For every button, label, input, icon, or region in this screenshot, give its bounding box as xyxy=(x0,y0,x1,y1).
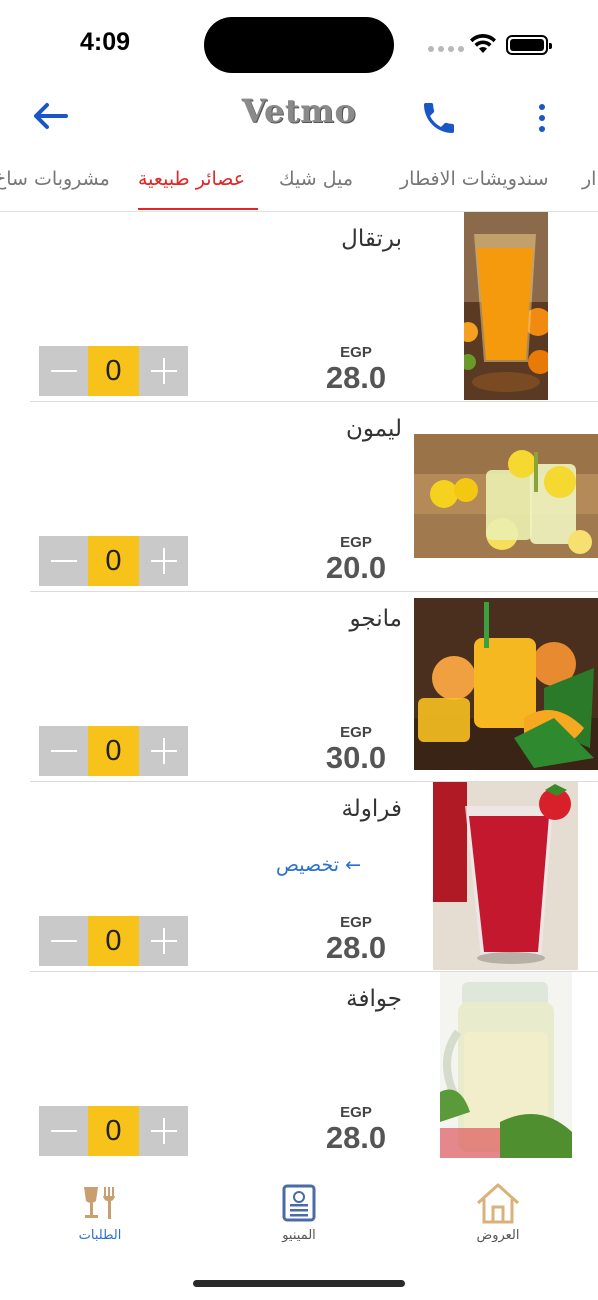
quantity-stepper: 0 xyxy=(39,536,188,586)
quantity-stepper: 0 xyxy=(39,916,188,966)
item-price: 20.0 xyxy=(325,550,387,585)
orange-juice-image xyxy=(464,212,548,400)
item-name: برتقال xyxy=(341,226,402,252)
nav-offers-label: العروض xyxy=(476,1228,520,1243)
minus-icon xyxy=(50,750,77,752)
arrow-left-icon xyxy=(34,103,68,129)
guava-juice-image xyxy=(440,972,572,1160)
nav-orders-label: الطلبات xyxy=(78,1228,122,1243)
plus-icon xyxy=(150,548,177,574)
item-name: فراولة xyxy=(341,796,402,822)
nav-menu[interactable]: المينيو xyxy=(239,1180,359,1243)
item-currency: EGP xyxy=(340,914,372,931)
app-logo: Vetmo xyxy=(241,92,357,130)
quantity-stepper: 0 xyxy=(39,346,188,396)
more-options-button[interactable] xyxy=(530,98,554,138)
call-button[interactable] xyxy=(418,98,460,138)
lemon-juice-image xyxy=(414,434,598,558)
decrease-button[interactable] xyxy=(39,346,88,396)
quantity-value: 0 xyxy=(88,916,139,966)
food-orders-icon xyxy=(84,1187,115,1219)
app-header: Vetmo xyxy=(0,88,598,148)
nav-orders[interactable]: الطلبات xyxy=(40,1180,160,1243)
nav-menu-label: المينيو xyxy=(282,1228,316,1243)
dynamic-island xyxy=(204,17,394,73)
plus-icon xyxy=(150,358,177,384)
plus-icon xyxy=(150,1118,177,1144)
item-currency: EGP xyxy=(340,344,372,361)
decrease-button[interactable] xyxy=(39,536,88,586)
item-price: 28.0 xyxy=(325,1120,387,1155)
item-currency: EGP xyxy=(340,1104,372,1121)
minus-icon xyxy=(50,370,77,372)
list-item[interactable]: مانجو EGP 30.0 0 xyxy=(0,592,598,782)
cellular-signal-icon xyxy=(428,46,464,52)
phone-icon xyxy=(424,103,454,133)
status-bar: 4:09 xyxy=(0,0,598,90)
quantity-stepper: 0 xyxy=(39,1106,188,1156)
minus-icon xyxy=(50,940,77,942)
decrease-button[interactable] xyxy=(39,726,88,776)
quantity-value: 0 xyxy=(88,536,139,586)
item-name: جوافة xyxy=(346,986,402,1012)
list-item[interactable]: برتقال EGP 28.0 0 xyxy=(0,212,598,402)
item-currency: EGP xyxy=(340,724,372,741)
tab-milkshake[interactable]: ميل شيك xyxy=(279,168,353,190)
quantity-value: 0 xyxy=(88,726,139,776)
wifi-icon xyxy=(470,33,496,53)
increase-button[interactable] xyxy=(139,536,188,586)
item-price: 28.0 xyxy=(325,360,387,395)
decrease-button[interactable] xyxy=(39,1106,88,1156)
item-name: ليمون xyxy=(345,416,402,442)
back-button[interactable] xyxy=(30,98,70,134)
nav-offers[interactable]: العروض xyxy=(438,1180,558,1243)
battery-icon xyxy=(506,35,552,55)
increase-button[interactable] xyxy=(139,916,188,966)
tab-partial-right[interactable]: ار xyxy=(582,168,596,190)
active-tab-indicator xyxy=(138,208,258,210)
quantity-value: 0 xyxy=(88,346,139,396)
decrease-button[interactable] xyxy=(39,916,88,966)
tab-natural-juices[interactable]: عصائر طبيعية xyxy=(138,168,245,190)
plus-icon xyxy=(150,738,177,764)
status-time: 4:09 xyxy=(80,28,131,56)
list-item[interactable]: فراولة تخصيص ← EGP 28.0 0 xyxy=(0,782,598,972)
item-name: مانجو xyxy=(349,606,402,632)
quantity-stepper: 0 xyxy=(39,726,188,776)
tab-breakfast-sandwiches[interactable]: سندويشات الافطار xyxy=(400,168,549,190)
minus-icon xyxy=(50,1130,77,1132)
increase-button[interactable] xyxy=(139,346,188,396)
increase-button[interactable] xyxy=(139,1106,188,1156)
minus-icon xyxy=(50,560,77,562)
mango-juice-image xyxy=(414,598,598,770)
home-icon xyxy=(476,1183,520,1224)
menu-book-icon xyxy=(282,1184,316,1222)
item-price: 28.0 xyxy=(325,930,387,965)
quantity-value: 0 xyxy=(88,1106,139,1156)
plus-icon xyxy=(150,928,177,954)
customize-link[interactable]: تخصيص ← xyxy=(276,854,361,876)
tab-hot-drinks[interactable]: مشروبات ساخ xyxy=(0,168,110,190)
item-price: 30.0 xyxy=(325,740,387,775)
increase-button[interactable] xyxy=(139,726,188,776)
strawberry-juice-image xyxy=(433,782,578,970)
item-currency: EGP xyxy=(340,534,372,551)
category-tabs: ار سندويشات الافطار ميل شيك عصائر طبيعية… xyxy=(0,160,598,212)
list-item[interactable]: جوافة EGP 28.0 0 xyxy=(0,972,598,1162)
home-indicator[interactable] xyxy=(193,1280,405,1287)
bottom-navigation: الطلبات المينيو العروض xyxy=(0,1158,598,1300)
list-item[interactable]: ليمون EGP 20.0 0 xyxy=(0,402,598,592)
